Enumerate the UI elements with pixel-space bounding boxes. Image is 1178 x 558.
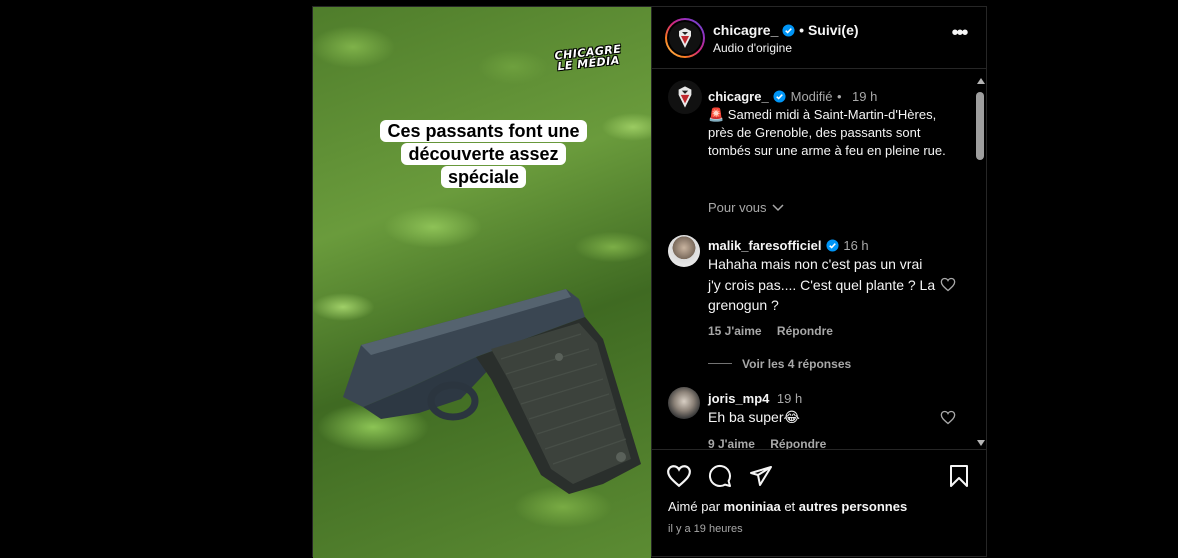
liked-by-text: Aimé par moniniaa et autres personnes [668, 499, 907, 514]
liked-others-link[interactable]: autres personnes [799, 499, 907, 514]
comment-bubble-icon[interactable] [708, 464, 732, 488]
comment-meta-row: malik_faresofficiel 16 h [708, 237, 869, 255]
more-options-icon[interactable]: ••• [949, 23, 969, 47]
post-time-ago[interactable]: il y a 19 heures [668, 523, 743, 535]
author-avatar[interactable] [665, 18, 705, 58]
chicagre-logo-icon [678, 86, 692, 108]
liked-mid: et [780, 499, 799, 514]
header-separator: • [799, 22, 805, 38]
scroll-up-arrow-icon[interactable] [977, 78, 985, 84]
post-video[interactable]: CHICAGRE LE MÉDIA Ces passants font une … [313, 7, 651, 558]
save-bookmark-icon[interactable] [949, 464, 969, 488]
author-username-row: chicagre_ • Suivi(e) [713, 22, 859, 38]
original-audio-link[interactable]: Audio d'origine [713, 41, 792, 55]
for-you-label: Pour vous [708, 200, 767, 215]
follow-status-button[interactable]: Suivi(e) [808, 22, 859, 38]
comment-time[interactable]: 16 h [843, 238, 868, 253]
liked-prefix: Aimé par [668, 499, 724, 514]
like-heart-icon[interactable] [666, 464, 692, 488]
verified-badge-icon [826, 239, 839, 252]
chicagre-watermark-logo: CHICAGRE LE MÉDIA [553, 42, 622, 74]
liked-user-link[interactable]: moniniaa [724, 499, 781, 514]
comment-like-heart-icon[interactable] [940, 410, 956, 425]
share-paper-plane-icon[interactable] [749, 464, 773, 488]
video-caption-overlay: Ces passants font une découverte assez s… [366, 120, 601, 189]
post-actions-footer: Aimé par moniniaa et autres personnes il… [652, 449, 987, 556]
post-modal: CHICAGRE LE MÉDIA Ces passants font une … [312, 6, 987, 558]
view-replies-button[interactable]: Voir les 4 réponses [742, 357, 851, 371]
scrollbar-thumb[interactable] [976, 92, 984, 160]
comment-like-count[interactable]: 9 J'aime [708, 437, 755, 449]
for-you-dropdown[interactable]: Pour vous [708, 200, 784, 215]
verified-badge-icon [773, 90, 786, 103]
pistol-image [343, 289, 641, 494]
comment-username[interactable]: malik_faresofficiel [708, 238, 821, 253]
edited-label: Modifié [790, 89, 833, 104]
verified-badge-icon [782, 24, 795, 37]
comment-username[interactable]: joris_mp4 [708, 391, 769, 406]
author-username[interactable]: chicagre_ [713, 22, 778, 38]
reply-button[interactable]: Répondre [770, 437, 826, 449]
comments-list[interactable]: chicagre_ Modifié • 19 h 🚨 Samedi midi à… [652, 69, 987, 449]
comment-like-count[interactable]: 15 J'aime [708, 324, 762, 338]
commenter-avatar[interactable] [668, 235, 700, 267]
chicagre-logo-icon [679, 28, 691, 48]
comment-like-heart-icon[interactable] [940, 277, 956, 292]
scroll-down-arrow-icon[interactable] [977, 440, 985, 446]
comment-actions: 9 J'aime Répondre [708, 437, 826, 449]
comment-time[interactable]: 19 h [777, 391, 802, 406]
comment-actions: 15 J'aime Répondre [708, 324, 833, 338]
chevron-down-icon [772, 204, 784, 212]
caption-meta-row: chicagre_ Modifié • 19 h [708, 88, 877, 106]
post-header: chicagre_ • Suivi(e) Audio d'origine ••• [652, 7, 987, 69]
replies-divider [708, 363, 732, 364]
caption-username[interactable]: chicagre_ [708, 89, 769, 104]
reply-button[interactable]: Répondre [777, 324, 833, 338]
caption-time[interactable]: 19 h [852, 89, 877, 104]
comment-text: Hahaha mais non c'est pas un vrai j'y cr… [708, 256, 936, 313]
caption-author-avatar[interactable] [668, 80, 702, 114]
comment-text: Eh ba super😂 [708, 409, 800, 425]
meta-dot: • [836, 89, 842, 104]
comment-meta-row: joris_mp4 19 h [708, 390, 802, 408]
commenter-avatar[interactable] [668, 387, 700, 419]
post-caption-text: 🚨 Samedi midi à Saint-Martin-d'Hères, pr… [708, 107, 946, 158]
comments-scrollbar[interactable] [974, 76, 986, 448]
post-side-panel: chicagre_ • Suivi(e) Audio d'origine ••• [651, 7, 987, 556]
